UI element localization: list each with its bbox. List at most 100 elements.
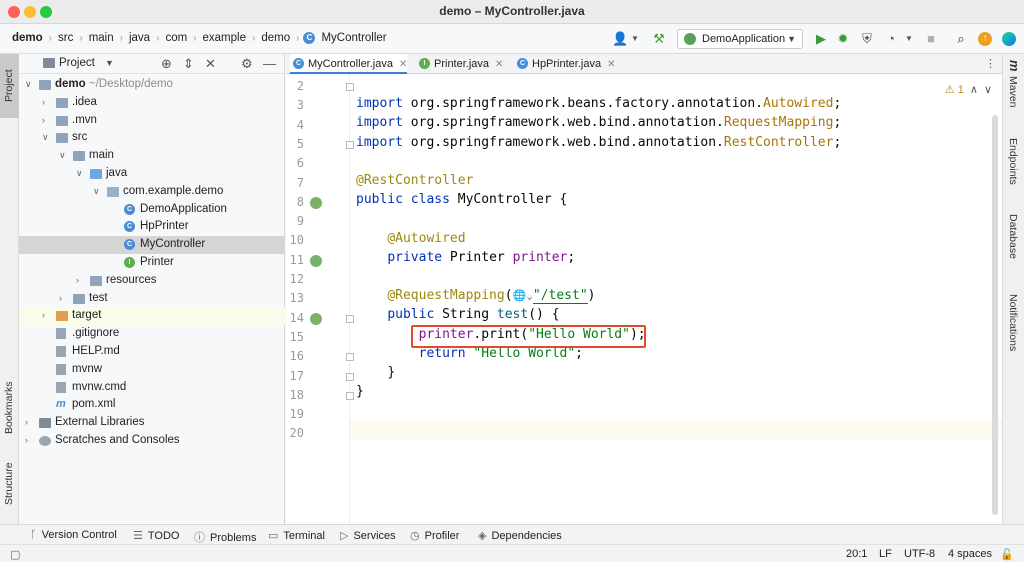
problems-tool[interactable]: ⓘ Problems	[194, 529, 256, 545]
chevron-right-icon[interactable]: ›	[25, 414, 35, 432]
tree-item[interactable]: ∨ src	[19, 129, 285, 147]
chevron-right-icon[interactable]: ›	[25, 432, 35, 450]
chevron-right-icon[interactable]: ›	[42, 94, 52, 112]
tree-item[interactable]: › resources	[19, 272, 285, 290]
chevron-right-icon[interactable]: ›	[42, 307, 52, 325]
vertical-scrollbar[interactable]	[992, 115, 998, 515]
tree-item[interactable]: ∨ main	[19, 147, 285, 165]
chevron-down-icon[interactable]: ∨	[93, 183, 103, 201]
run-configuration-select[interactable]: DemoApplication ▼	[677, 29, 803, 49]
debug-icon[interactable]: ✹	[836, 32, 850, 46]
toggle-panels-icon[interactable]: ▢	[10, 548, 20, 561]
stop-icon[interactable]: ■	[924, 32, 938, 46]
services-tool[interactable]: ▷ Services	[340, 529, 396, 542]
tree-item[interactable]: ∨ java	[19, 165, 285, 183]
tree-item[interactable]: › .idea	[19, 94, 285, 112]
chevron-right-icon[interactable]: ›	[42, 112, 52, 130]
gear-icon[interactable]: ⚙	[241, 56, 253, 72]
breadcrumb-item[interactable]: demo	[10, 32, 45, 44]
tree-item[interactable]: ∨ demo ~/Desktop/demo	[19, 76, 285, 94]
code-editor[interactable]: 2 3 4 5 6 7 8 9 10 11 12 13 14 15 16 17 18 19 20 ⚠ 1 ∧ ∨ imp…	[286, 75, 1002, 524]
terminal-tool[interactable]: ▭ Terminal	[268, 529, 325, 542]
search-icon[interactable]: ⌕	[954, 32, 968, 46]
coverage-icon[interactable]: ⛨	[860, 32, 874, 46]
jetbrains-logo-icon[interactable]	[1002, 32, 1016, 46]
spring-bean-icon[interactable]	[310, 254, 322, 267]
collapse-icon[interactable]: ⇕	[183, 56, 194, 72]
close-icon[interactable]: ✕	[205, 56, 216, 72]
run-icon[interactable]: ▶	[814, 32, 828, 46]
chevron-down-icon[interactable]: ∨	[76, 165, 86, 183]
breadcrumb-item[interactable]: example	[201, 32, 248, 44]
tree-item[interactable]: › Scratches and Consoles	[19, 432, 285, 450]
update-icon[interactable]: ↑	[978, 32, 992, 46]
tree-item[interactable]: m pom.xml	[19, 396, 285, 414]
tree-item[interactable]: mvnw	[19, 361, 285, 379]
tree-item[interactable]: HELP.md	[19, 343, 285, 361]
fold-marker[interactable]	[346, 83, 354, 91]
hide-icon[interactable]: —	[263, 56, 276, 71]
breadcrumb-item[interactable]: MyController	[319, 32, 388, 44]
tab-hpprinter[interactable]: C HpPrinter.java ✕	[514, 54, 615, 74]
indent-setting[interactable]: 4 spaces	[948, 548, 992, 560]
tree-item[interactable]: C HpPrinter	[19, 218, 285, 236]
tree-item[interactable]: › .mvn	[19, 112, 285, 130]
bookmarks-tool-tab[interactable]: Bookmarks	[0, 372, 19, 444]
close-icon[interactable]: ✕	[607, 59, 615, 70]
chevron-down-icon[interactable]: ▼	[902, 32, 916, 46]
breadcrumb-item[interactable]: com	[163, 32, 189, 44]
caret-position[interactable]: 20:1	[846, 548, 867, 560]
chevron-down-icon[interactable]: ▼	[628, 32, 642, 46]
tree-item[interactable]: I Printer	[19, 254, 285, 272]
chevron-right-icon[interactable]: ›	[76, 272, 86, 290]
hammer-icon[interactable]: ⚒	[652, 32, 666, 46]
tab-printer[interactable]: I Printer.java ✕	[416, 54, 503, 74]
chevron-right-icon[interactable]: ›	[59, 290, 69, 308]
line-separator[interactable]: LF	[879, 548, 892, 560]
breadcrumb-item[interactable]: demo	[259, 32, 292, 44]
chevron-down-icon[interactable]: ∨	[984, 84, 992, 96]
profiler-tool[interactable]: ◷ Profiler	[410, 529, 459, 542]
fold-marker[interactable]	[346, 314, 354, 323]
maven-tool-tab[interactable]: Maven	[1007, 76, 1019, 108]
tree-item[interactable]: › test	[19, 290, 285, 308]
tree-item[interactable]: mvnw.cmd	[19, 379, 285, 397]
chevron-down-icon[interactable]: ▼	[105, 58, 114, 68]
chevron-up-icon[interactable]: ∧	[970, 84, 978, 96]
todo-tool[interactable]: ☰ TODO	[133, 529, 179, 542]
crosshair-icon[interactable]: ⊕	[161, 56, 172, 72]
project-view-select[interactable]: Project	[59, 57, 95, 69]
tree-item[interactable]: C MyController	[19, 236, 285, 254]
more-icon[interactable]: ⋮	[985, 57, 996, 70]
spring-bean-icon[interactable]	[310, 312, 322, 325]
endpoints-tool-tab[interactable]: Endpoints	[1007, 138, 1019, 185]
file-encoding[interactable]: UTF-8	[904, 548, 935, 560]
version-control-tool[interactable]: ᚴ Version Control	[30, 529, 117, 541]
notifications-tool-tab[interactable]: Notifications	[1007, 294, 1019, 351]
tree-item[interactable]: .gitignore	[19, 325, 285, 343]
chevron-down-icon[interactable]: ∨	[25, 76, 35, 94]
user-icon[interactable]: 👤	[612, 32, 628, 46]
structure-tool-tab[interactable]: Structure	[0, 454, 19, 514]
database-tool-tab[interactable]: Database	[1007, 214, 1019, 259]
profile-icon[interactable]: ◔	[884, 32, 898, 46]
inspection-widget[interactable]: ⚠ 1 ∧ ∨	[945, 83, 992, 96]
fold-marker[interactable]	[346, 391, 354, 400]
project-tool-tab[interactable]: Project	[0, 54, 19, 118]
fold-marker[interactable]	[346, 140, 354, 149]
breadcrumb-item[interactable]: src	[56, 32, 75, 44]
chevron-down-icon[interactable]: ∨	[59, 147, 69, 165]
tree-item[interactable]: ∨ com.example.demo	[19, 183, 285, 201]
dependencies-tool[interactable]: ◈ Dependencies	[478, 529, 562, 542]
tree-item[interactable]: › target	[19, 307, 285, 326]
chevron-down-icon[interactable]: ∨	[42, 129, 52, 147]
close-icon[interactable]: ✕	[495, 59, 503, 70]
breadcrumb-item[interactable]: main	[87, 32, 116, 44]
close-icon[interactable]: ✕	[399, 59, 407, 70]
lock-icon[interactable]: 🔓	[1000, 548, 1014, 561]
tree-item[interactable]: C DemoApplication	[19, 201, 285, 219]
fold-marker[interactable]	[346, 372, 354, 381]
spring-bean-icon[interactable]	[310, 196, 322, 209]
breadcrumb-item[interactable]: java	[127, 32, 152, 44]
globe-icon[interactable]: 🌐⌄	[513, 289, 533, 302]
